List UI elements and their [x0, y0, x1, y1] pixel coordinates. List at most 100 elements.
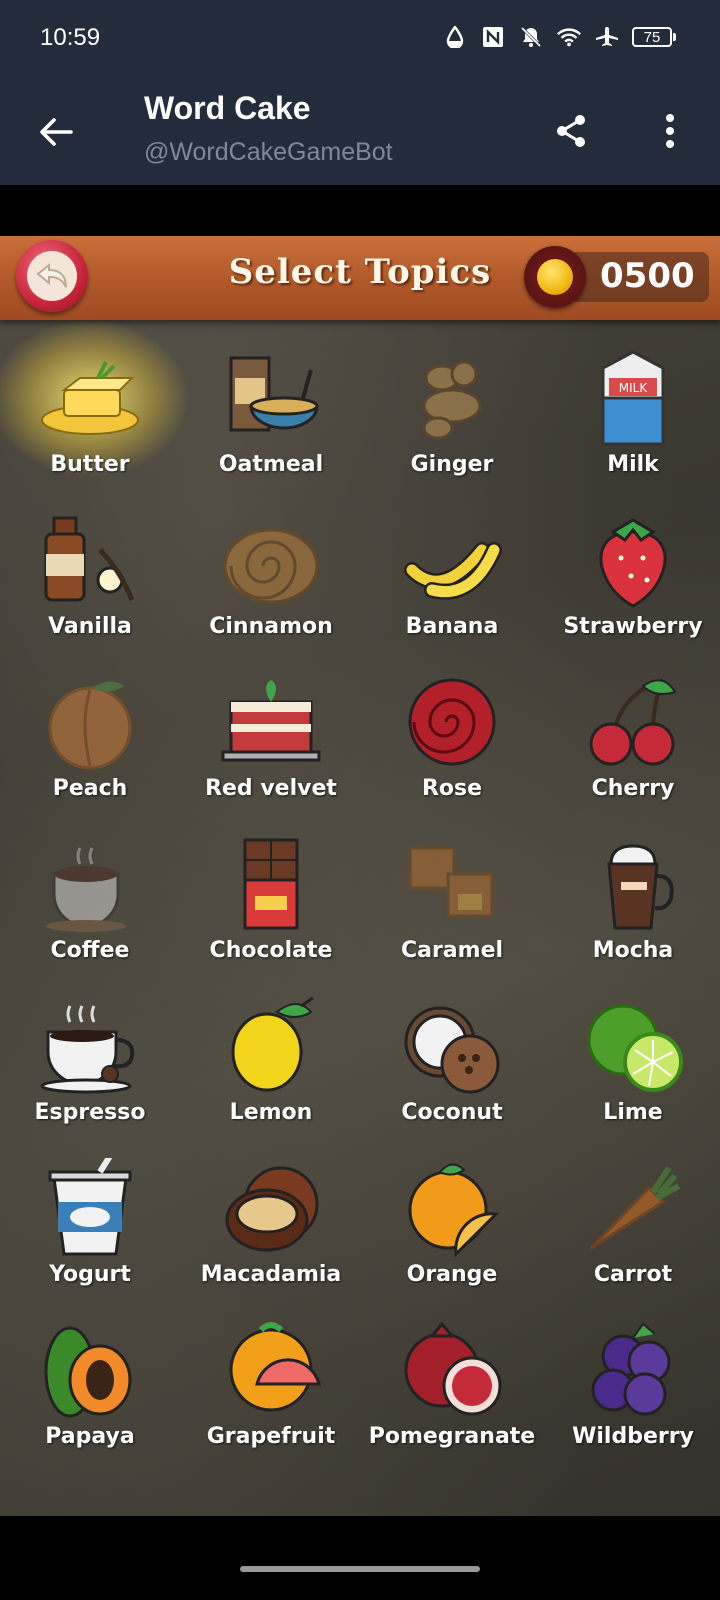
macadamia-icon: [221, 1158, 321, 1258]
espresso-icon: [40, 996, 140, 1096]
topic-vanilla[interactable]: Vanilla: [0, 510, 180, 675]
chat-title-block[interactable]: Word Cake @WordCakeGameBot: [144, 88, 393, 167]
topic-cherry[interactable]: Cherry: [543, 672, 720, 837]
coffee-cup-icon: [40, 834, 140, 934]
game-top-bar: Select Topics 0500: [0, 236, 720, 320]
status-bar: 10:59 75: [0, 0, 720, 82]
topic-label: Vanilla: [48, 614, 132, 639]
topic-carrot[interactable]: Carrot: [543, 1158, 720, 1323]
topic-label: Cherry: [591, 776, 675, 801]
topic-label: Yogurt: [49, 1262, 131, 1287]
bell-muted-icon: [518, 24, 544, 50]
game-view: Select Topics 0500 Butter Oatmeal Ginger MI…: [0, 236, 720, 1516]
topic-ginger[interactable]: Ginger: [362, 348, 542, 513]
topic-grapefruit[interactable]: Grapefruit: [181, 1320, 361, 1485]
app-bar: Word Cake @WordCakeGameBot: [0, 82, 720, 185]
topic-espresso[interactable]: Espresso: [0, 996, 180, 1161]
topic-label: Pomegranate: [368, 1424, 536, 1449]
wildberry-icon: [583, 1320, 683, 1420]
svg-text:MILK: MILK: [619, 381, 649, 395]
topic-strawberry[interactable]: Strawberry: [543, 510, 720, 675]
topic-label: Peach: [52, 776, 128, 801]
orange-icon: [402, 1158, 502, 1258]
topic-label: Lemon: [229, 1100, 313, 1125]
grapefruit-icon: [221, 1320, 321, 1420]
topic-milk[interactable]: MILK Milk: [543, 348, 720, 513]
topic-mocha[interactable]: Mocha: [543, 834, 720, 999]
caramel-icon: [402, 834, 502, 934]
topic-caramel[interactable]: Caramel: [362, 834, 542, 999]
battery-icon: 75: [632, 27, 676, 47]
milk-icon: MILK: [583, 348, 683, 448]
topic-red-velvet[interactable]: Red velvet: [181, 672, 361, 837]
topic-label: Caramel: [400, 938, 504, 963]
topic-label: Coffee: [50, 938, 130, 963]
navigation-bar: [0, 1516, 720, 1600]
topic-coffee[interactable]: Coffee: [0, 834, 180, 999]
coconut-icon: [402, 996, 502, 1096]
topic-rose[interactable]: Rose: [362, 672, 542, 837]
cinnamon-roll-icon: [221, 510, 321, 610]
topic-label: Milk: [607, 452, 659, 477]
cherry-icon: [583, 672, 683, 772]
topic-pomegranate[interactable]: Pomegranate: [362, 1320, 542, 1485]
lime-icon: [583, 996, 683, 1096]
topic-label: Wildberry: [572, 1424, 694, 1449]
back-button[interactable]: [34, 110, 78, 154]
rose-icon: [402, 672, 502, 772]
topic-coconut[interactable]: Coconut: [362, 996, 542, 1161]
topic-label: Carrot: [593, 1262, 673, 1287]
topic-label: Banana: [405, 614, 499, 639]
chocolate-bar-icon: [221, 834, 321, 934]
topic-label: Grapefruit: [206, 1424, 336, 1449]
oatmeal-icon: [221, 348, 321, 448]
topic-label: Strawberry: [563, 614, 703, 639]
coin-count: 0500: [600, 256, 695, 296]
banana-icon: [402, 510, 502, 610]
topic-wildberry[interactable]: Wildberry: [543, 1320, 720, 1485]
topic-papaya[interactable]: Papaya: [0, 1320, 180, 1485]
ginger-icon: [402, 348, 502, 448]
arrow-left-icon: [40, 118, 73, 146]
mocha-icon: [583, 834, 683, 934]
topic-banana[interactable]: Banana: [362, 510, 542, 675]
red-velvet-cake-icon: [221, 672, 321, 772]
papaya-icon: [40, 1320, 140, 1420]
nfc-icon: [480, 24, 506, 50]
topic-peach[interactable]: Peach: [0, 672, 180, 837]
topic-label: Cinnamon: [209, 614, 333, 639]
topic-yogurt[interactable]: Yogurt: [0, 1154, 180, 1323]
coin-icon: [524, 246, 586, 308]
topic-label: Macadamia: [200, 1262, 342, 1287]
topic-cinnamon[interactable]: Cinnamon: [181, 510, 361, 675]
app-title: Word Cake: [144, 90, 311, 126]
topic-label: Espresso: [34, 1100, 146, 1125]
butter-icon: [40, 348, 140, 448]
home-gesture-bar[interactable]: [240, 1566, 480, 1572]
topic-lime[interactable]: Lime: [543, 996, 720, 1161]
topic-label: Chocolate: [209, 938, 333, 963]
topic-lemon[interactable]: Lemon: [181, 996, 361, 1161]
more-options-button[interactable]: [650, 108, 690, 154]
topic-orange[interactable]: Orange: [362, 1158, 542, 1323]
topic-label: Red velvet: [205, 776, 337, 801]
topic-butter[interactable]: Butter: [0, 318, 190, 513]
topic-label: Lime: [603, 1100, 663, 1125]
pomegranate-icon: [402, 1320, 502, 1420]
wifi-icon: [556, 24, 582, 50]
water-drop-icon: [442, 24, 468, 50]
topic-oatmeal[interactable]: Oatmeal: [181, 348, 361, 513]
battery-level: 75: [632, 27, 672, 47]
topic-label: Coconut: [401, 1100, 503, 1125]
carrot-icon: [583, 1158, 683, 1258]
lemon-icon: [221, 996, 321, 1096]
topic-chocolate[interactable]: Chocolate: [181, 834, 361, 999]
topic-label: Ginger: [410, 452, 494, 477]
topic-macadamia[interactable]: Macadamia: [181, 1158, 361, 1323]
share-button[interactable]: [548, 108, 594, 154]
topic-label: Oatmeal: [218, 452, 324, 477]
strawberry-icon: [583, 510, 683, 610]
airplane-icon: [594, 24, 620, 50]
share-icon: [557, 115, 585, 147]
vanilla-icon: [40, 510, 140, 610]
